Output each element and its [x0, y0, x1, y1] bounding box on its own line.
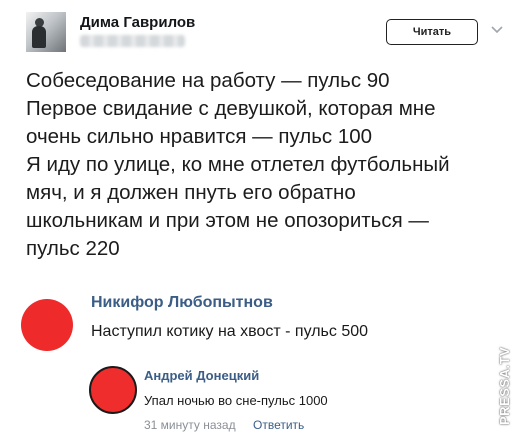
- reply-author[interactable]: Андрей Донецкий: [144, 368, 259, 383]
- tweet-line: очень сильно нравится — пульс 100: [26, 125, 373, 148]
- chevron-down-icon[interactable]: [490, 24, 504, 36]
- tweet-line: Собеседование на работу — пульс 90: [26, 69, 390, 92]
- watermark: PRESSA.TV: [497, 346, 512, 425]
- tweet-line: пульс 220: [26, 237, 120, 260]
- author-handle-blurred: [80, 35, 185, 47]
- tweet-line: Я иду по улице, ко мне отлетел футбольны…: [26, 153, 450, 176]
- reply-avatar[interactable]: [89, 366, 137, 414]
- reply-timestamp[interactable]: 31 минуту назад: [144, 418, 236, 432]
- tweet-line: школьникам и при этом не опозориться —: [26, 209, 429, 232]
- tweet-text: Собеседование на работу — пульс 90 Перво…: [26, 67, 516, 263]
- follow-button[interactable]: Читать: [386, 19, 478, 45]
- comments-section: Никифор Любопытнов Наступил котику на хв…: [0, 276, 526, 447]
- tweet-line: Первое свидание с девушкой, которая мне: [26, 97, 436, 120]
- author-avatar[interactable]: [26, 12, 66, 52]
- commenter-avatar[interactable]: [21, 299, 73, 351]
- comment-text: Наступил котику на хвост - пульс 500: [91, 323, 369, 340]
- reply-button[interactable]: Ответить: [253, 418, 304, 432]
- tweet-card: Дима Гаврилов Читать Собеседование на ра…: [0, 0, 526, 276]
- comment-author[interactable]: Никифор Любопытнов: [91, 294, 273, 312]
- reply-text: Упал ночью во сне-пульс 1000: [144, 393, 328, 408]
- author-name[interactable]: Дима Гаврилов: [80, 14, 195, 31]
- tweet-line: мяч, и я должен пнуть его обратно: [26, 181, 356, 204]
- avatar-body: [32, 26, 46, 48]
